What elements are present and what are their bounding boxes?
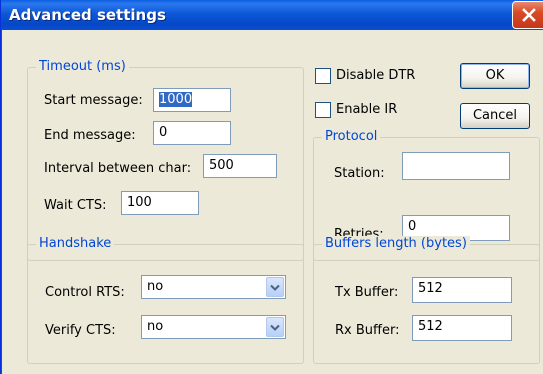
interval-between-char-input[interactable]: 500 — [203, 154, 277, 178]
cancel-button[interactable]: Cancel — [460, 103, 530, 129]
window-title: Advanced settings — [9, 6, 166, 24]
chevron-down-icon — [270, 324, 280, 331]
start-message-value: 1000 — [159, 92, 193, 107]
end-message-input[interactable]: 0 — [153, 121, 231, 145]
close-button[interactable] — [512, 1, 543, 29]
wait-cts-label: Wait CTS: — [44, 198, 107, 213]
disable-dtr-checkbox[interactable] — [315, 68, 331, 84]
control-rts-value: no — [147, 279, 164, 294]
disable-dtr-label[interactable]: Disable DTR — [336, 68, 415, 83]
handshake-group: Handshake Control RTS: no Verify CTS: no — [27, 236, 304, 364]
ok-button[interactable]: OK — [460, 63, 530, 89]
advanced-settings-dialog: Advanced settings Timeout (ms) Start mes… — [0, 0, 543, 374]
timeout-group: Timeout (ms) Start message: 1000 End mes… — [27, 59, 304, 261]
chevron-down-icon — [270, 284, 280, 291]
verify-cts-label: Verify CTS: — [45, 323, 116, 338]
verify-cts-value: no — [147, 319, 164, 334]
verify-cts-select[interactable]: no — [141, 315, 286, 339]
control-rts-label: Control RTS: — [45, 285, 125, 300]
tx-buffer-label: Tx Buffer: — [335, 285, 399, 300]
protocol-legend: Protocol — [322, 129, 381, 144]
enable-ir-checkbox[interactable] — [315, 102, 331, 118]
station-label: Station: — [334, 166, 385, 181]
handshake-legend: Handshake — [36, 236, 115, 251]
start-message-label: Start message: — [44, 93, 143, 108]
enable-ir-label[interactable]: Enable IR — [336, 102, 397, 117]
title-bar[interactable]: Advanced settings — [1, 0, 543, 30]
start-message-input[interactable]: 1000 — [153, 88, 231, 112]
control-rts-dropdown-button[interactable] — [266, 277, 284, 297]
verify-cts-dropdown-button[interactable] — [266, 317, 284, 337]
timeout-legend: Timeout (ms) — [36, 59, 129, 74]
tx-buffer-input[interactable]: 512 — [412, 277, 512, 303]
wait-cts-input[interactable]: 100 — [121, 191, 199, 215]
interval-between-char-label: Interval between char: — [44, 161, 192, 176]
end-message-label: End message: — [44, 128, 136, 143]
rx-buffer-input[interactable]: 512 — [412, 315, 512, 341]
station-input[interactable] — [402, 152, 510, 180]
close-icon — [522, 8, 536, 22]
control-rts-select[interactable]: no — [141, 275, 286, 299]
buffers-legend: Buffers length (bytes) — [322, 236, 470, 251]
buffers-group: Buffers length (bytes) Tx Buffer: 512 Rx… — [313, 236, 540, 364]
rx-buffer-label: Rx Buffer: — [335, 323, 400, 338]
dialog-body: Timeout (ms) Start message: 1000 End mes… — [2, 30, 543, 374]
